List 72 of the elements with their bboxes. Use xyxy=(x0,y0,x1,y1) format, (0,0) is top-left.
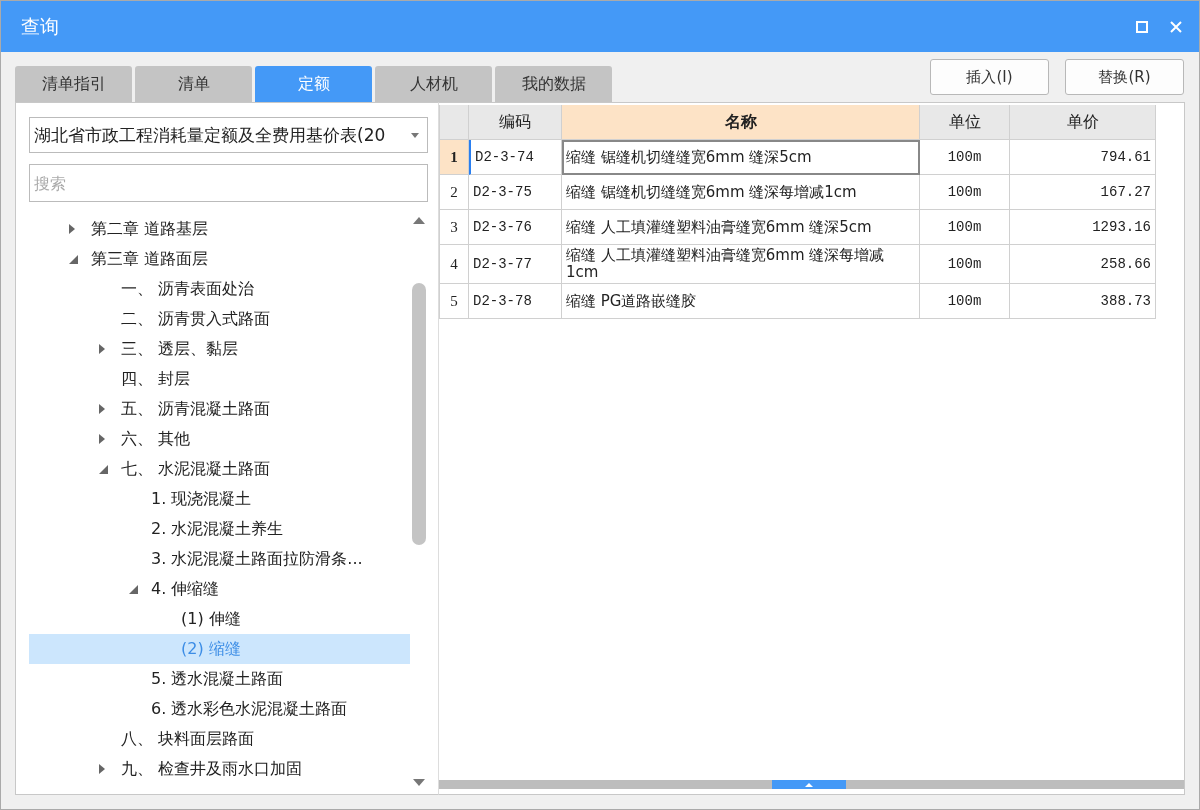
row-number[interactable]: 5 xyxy=(439,284,469,319)
library-dropdown[interactable]: 湖北省市政工程消耗量定额及全费用基价表(20 xyxy=(29,117,428,153)
maximize-icon[interactable] xyxy=(1135,19,1149,34)
table-cell: 100m xyxy=(920,245,1010,284)
tree-item[interactable]: 五、 沥青混凝土路面 xyxy=(29,394,410,424)
column-header[interactable]: 编码 xyxy=(469,105,562,140)
table-cell: 388.73 xyxy=(1010,284,1156,319)
row-number[interactable]: 2 xyxy=(439,175,469,210)
column-header[interactable]: 单位 xyxy=(920,105,1010,140)
expand-icon[interactable] xyxy=(99,764,105,774)
table-cell: D2-3-77 xyxy=(469,245,562,284)
tree-item[interactable]: 第三章 道路面层 xyxy=(29,244,410,274)
table-cell: 100m xyxy=(920,210,1010,245)
splitter-handle[interactable] xyxy=(772,780,846,789)
table-cell: 缩缝 PG道路嵌缝胶 xyxy=(562,284,920,319)
tab[interactable]: 我的数据 xyxy=(495,66,612,102)
scroll-down-icon[interactable] xyxy=(413,779,425,786)
tree-item[interactable]: 三、 透层、黏层 xyxy=(29,334,410,364)
caret-up-icon xyxy=(805,782,813,787)
tree-item[interactable]: 九、 检查井及雨水口加固 xyxy=(29,754,410,784)
table-cell: 缩缝 人工填灌缝塑料油膏缝宽6mm 缝深每增减1cm xyxy=(562,245,920,284)
expand-icon[interactable] xyxy=(99,404,105,414)
search-field[interactable]: 搜索 xyxy=(29,164,428,202)
column-header[interactable]: 单价 xyxy=(1010,105,1156,140)
tree-item[interactable]: 七、 水泥混凝土路面 xyxy=(29,454,410,484)
window-title: 查询 xyxy=(21,13,60,39)
row-number[interactable]: 1 xyxy=(439,140,469,175)
scroll-up-icon[interactable] xyxy=(413,217,425,224)
scrollbar[interactable] xyxy=(439,780,1184,789)
table-cell: 缩缝 锯缝机切缝缝宽6mm 缝深5cm xyxy=(562,140,920,175)
table-cell: D2-3-75 xyxy=(469,175,562,210)
table-cell: 167.27 xyxy=(1010,175,1156,210)
tree-item[interactable]: 二、 沥青贯入式路面 xyxy=(29,304,410,334)
tree-item[interactable]: (1) 伸缝 xyxy=(29,604,410,634)
expand-icon[interactable] xyxy=(99,344,105,354)
tree-item[interactable]: 八、 块料面层路面 xyxy=(29,724,410,754)
collapse-icon[interactable] xyxy=(69,254,78,264)
tree-item[interactable]: 第二章 道路基层 xyxy=(29,214,410,244)
table-cell: D2-3-74 xyxy=(469,140,562,175)
row-number[interactable]: 3 xyxy=(439,210,469,245)
tree-item[interactable]: 四、 封层 xyxy=(29,364,410,394)
table-cell: 258.66 xyxy=(1010,245,1156,284)
table-cell: D2-3-76 xyxy=(469,210,562,245)
tree-item[interactable]: 2. 水泥混凝土养生 xyxy=(29,514,410,544)
table-cell: 100m xyxy=(920,284,1010,319)
close-icon[interactable] xyxy=(1169,19,1183,34)
table-cell: 794.61 xyxy=(1010,140,1156,175)
table-cell: 缩缝 人工填灌缝塑料油膏缝宽6mm 缝深5cm xyxy=(562,210,920,245)
expand-icon[interactable] xyxy=(69,224,75,234)
tab[interactable]: 人材机 xyxy=(375,66,492,102)
tree-item[interactable]: 5. 透水混凝土路面 xyxy=(29,664,410,694)
tree-item[interactable]: 3. 水泥混凝土路面拉防滑条... xyxy=(29,544,410,574)
tab[interactable]: 清单指引 xyxy=(15,66,132,102)
expand-icon[interactable] xyxy=(99,434,105,444)
table-cell: 缩缝 锯缝机切缝缝宽6mm 缝深每增减1cm xyxy=(562,175,920,210)
tree-item[interactable]: 1. 现浇混凝土 xyxy=(29,484,410,514)
tree-item[interactable]: 6. 透水彩色水泥混凝土路面 xyxy=(29,694,410,724)
tab[interactable]: 清单 xyxy=(135,66,252,102)
column-header[interactable]: 名称 xyxy=(562,105,920,140)
caret-icon xyxy=(411,132,419,138)
table-cell: 1293.16 xyxy=(1010,210,1156,245)
collapse-icon[interactable] xyxy=(99,464,108,474)
action-button[interactable]: 插入(I) xyxy=(930,59,1049,95)
table-cell: 100m xyxy=(920,175,1010,210)
collapse-icon[interactable] xyxy=(129,584,138,594)
tree-item[interactable]: 4. 伸缩缝 xyxy=(29,574,410,604)
table-cell: D2-3-78 xyxy=(469,284,562,319)
tree-item[interactable]: 一、 沥青表面处治 xyxy=(29,274,410,304)
tree-item[interactable]: 六、 其他 xyxy=(29,424,410,454)
action-button[interactable]: 替换(R) xyxy=(1065,59,1184,95)
table-cell: 100m xyxy=(920,140,1010,175)
row-number[interactable]: 4 xyxy=(439,245,469,284)
